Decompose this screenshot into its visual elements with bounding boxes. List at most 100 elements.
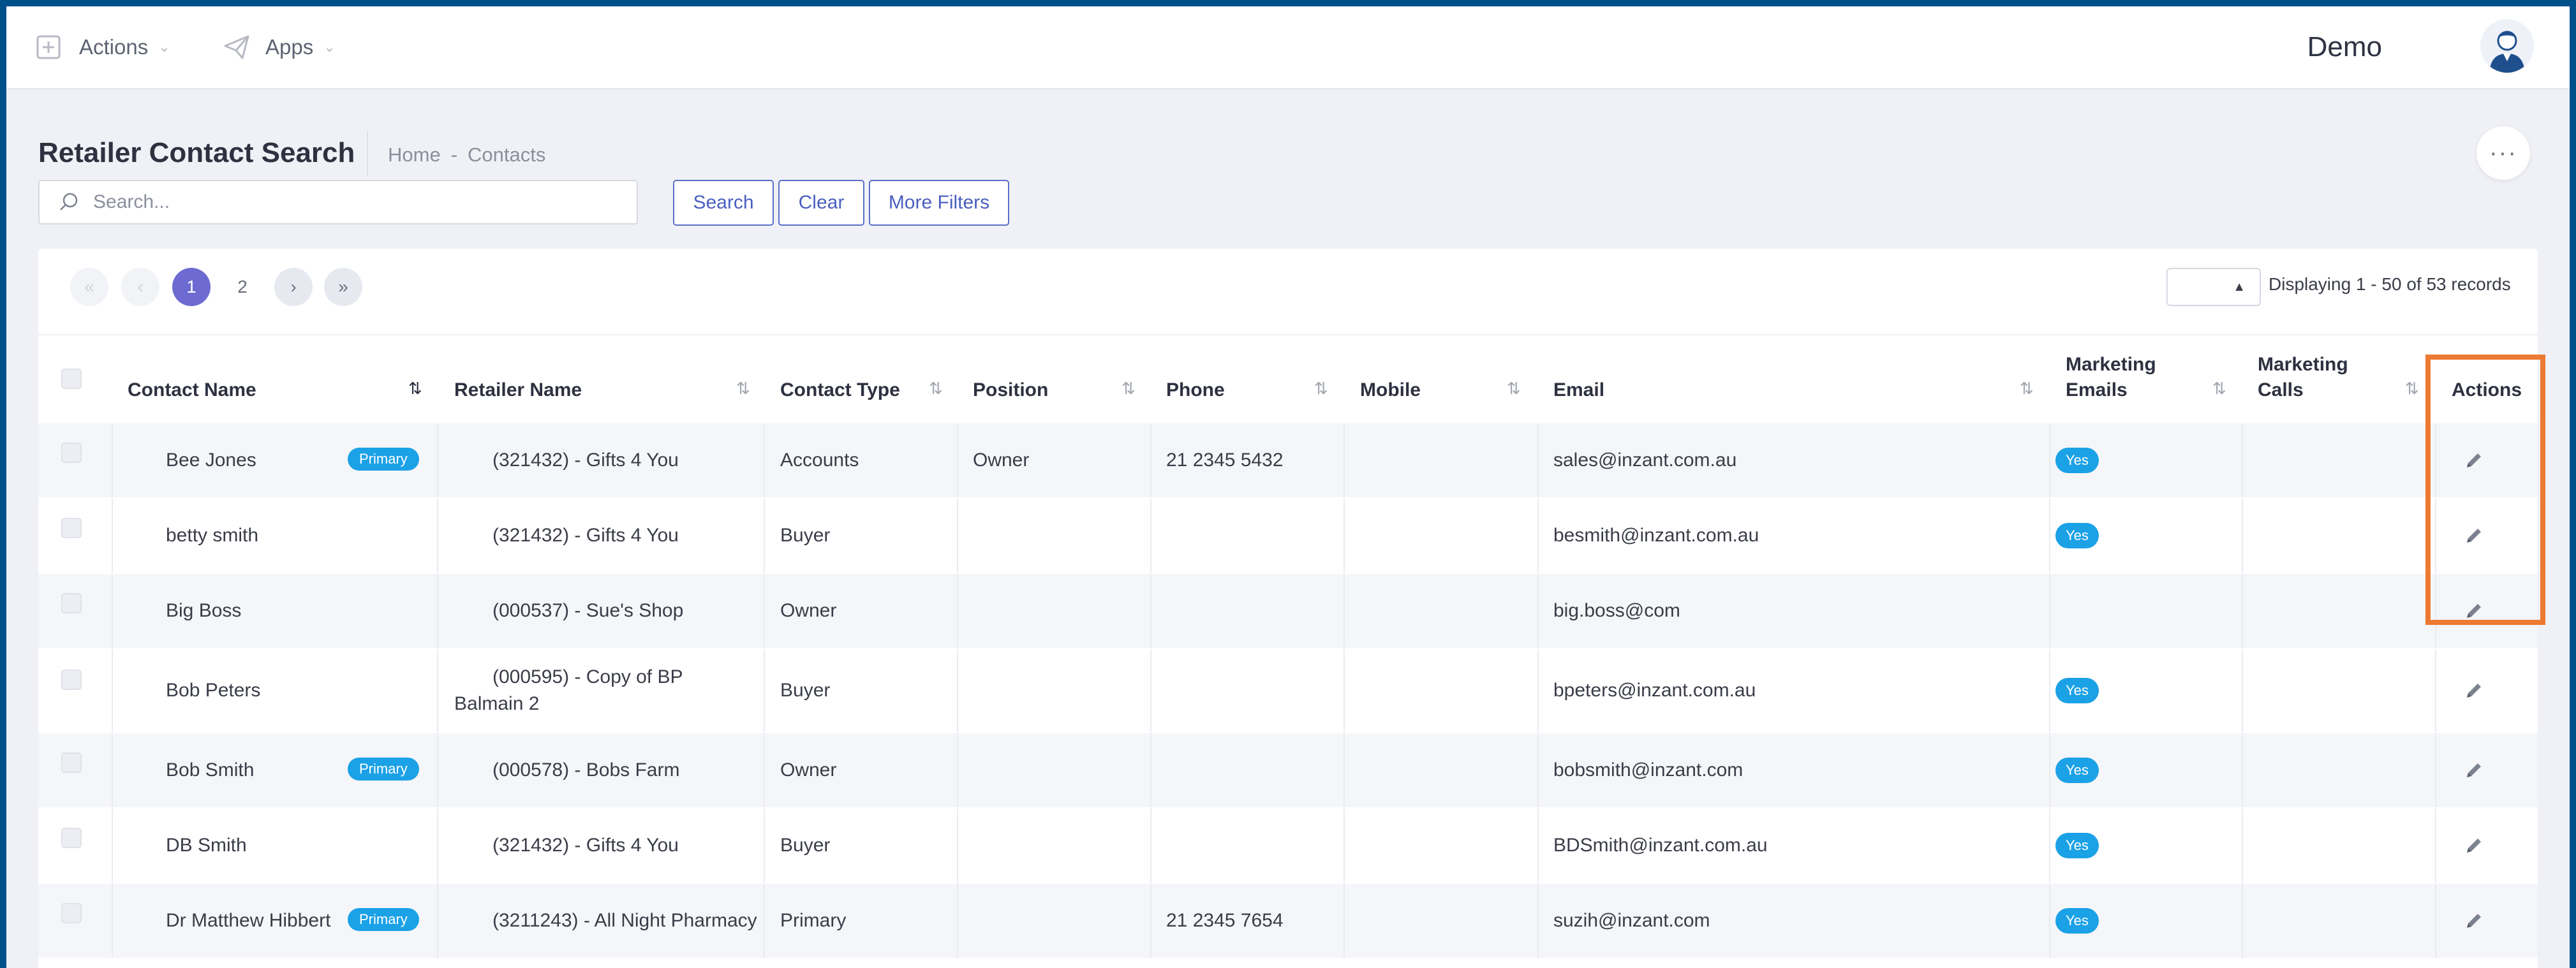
pagination-last-button[interactable]: » (324, 268, 362, 306)
contact-type-cell: Primary (780, 910, 847, 931)
sort-icon[interactable]: ⇅ (929, 379, 943, 399)
pencil-edit-icon[interactable] (2461, 448, 2487, 473)
row-checkbox[interactable] (61, 593, 82, 613)
contact-type-cell: Accounts (780, 450, 859, 471)
app-window: Actions ⌄ Apps ⌄ Demo Retailer Contact S… (6, 6, 2570, 968)
retailer-name-cell: (321432) - Gifts 4 You (492, 835, 679, 856)
search-box (38, 180, 638, 224)
table-row: Dr Matthew Hibbert Primary (3211243) - A… (38, 883, 2538, 958)
table-header-row: Contact Name ⇅ Retailer Name ⇅ Contact T… (38, 335, 2538, 422)
breadcrumb-contacts[interactable]: Contacts (468, 143, 545, 166)
email-cell: suzih@inzant.com (1553, 910, 1710, 931)
header-phone[interactable]: Phone (1166, 335, 1225, 422)
breadcrumb: Home - Contacts (388, 143, 545, 166)
retailer-name-cell: (000537) - Sue's Shop (492, 600, 684, 621)
table-row: Bob Smith Primary (000578) - Bobs Farm O… (38, 732, 2538, 807)
pencil-edit-icon[interactable] (2461, 758, 2487, 783)
header-marketing-calls-line1: Marketing (2258, 354, 2348, 375)
contact-name-cell[interactable]: Bob Peters (166, 649, 260, 732)
row-checkbox[interactable] (61, 828, 82, 848)
contact-name-cell[interactable]: Bob Smith (166, 733, 254, 807)
contact-name-cell[interactable]: Bee Jones (166, 423, 256, 497)
header-mobile[interactable]: Mobile (1360, 335, 1421, 422)
header-contact-name[interactable]: Contact Name (128, 335, 256, 422)
plus-square-icon (36, 34, 61, 60)
row-checkbox[interactable] (61, 752, 82, 773)
contacts-table: Contact Name ⇅ Retailer Name ⇅ Contact T… (38, 335, 2538, 968)
pagination-prev-icon: ‹ (137, 277, 144, 297)
page-title: Retailer Contact Search (38, 137, 355, 168)
pagination-prev-button[interactable]: ‹ (121, 268, 159, 306)
row-checkbox[interactable] (61, 518, 82, 538)
marketing-emails-yes-badge: Yes (2055, 678, 2099, 703)
pagination-page-2[interactable]: 2 (223, 268, 262, 306)
primary-badge: Primary (348, 448, 419, 471)
header-contact-type[interactable]: Contact Type (780, 335, 900, 422)
header-marketing-emails[interactable]: Marketing Emails (2066, 335, 2156, 422)
header-marketing-calls-line2: Calls (2258, 379, 2304, 400)
pencil-edit-icon[interactable] (2461, 678, 2487, 703)
marketing-emails-yes-badge: Yes (2055, 758, 2099, 783)
contact-name-cell[interactable]: betty smith (166, 499, 258, 573)
header-marketing-calls[interactable]: Marketing Calls (2258, 335, 2348, 422)
row-checkbox[interactable] (61, 903, 82, 923)
sort-icon[interactable]: ⇅ (1507, 379, 1521, 399)
more-options-button[interactable]: ··· (2476, 126, 2530, 180)
retailer-name-line1: (000595) - Copy of BP (492, 666, 683, 687)
primary-badge: Primary (348, 758, 419, 781)
pencil-edit-icon[interactable] (2461, 598, 2487, 624)
pagination-last-icon: » (338, 277, 348, 297)
page-size-select[interactable]: ▲ (2166, 268, 2261, 306)
sort-icon[interactable]: ⇅ (1121, 379, 1136, 399)
breadcrumb-separator: - (450, 143, 458, 166)
phone-cell: 21 2345 5432 (1166, 450, 1284, 471)
sort-icon[interactable]: ⇅ (2212, 379, 2226, 399)
table-row: DB Smith (321432) - Gifts 4 You Buyer BD… (38, 807, 2538, 883)
apps-menu[interactable]: Apps ⌄ (223, 6, 336, 88)
contact-name-cell[interactable]: Big Boss (166, 574, 241, 648)
header-retailer-name[interactable]: Retailer Name (454, 335, 582, 422)
clear-button[interactable]: Clear (778, 180, 864, 226)
pencil-edit-icon[interactable] (2461, 833, 2487, 858)
contact-name-cell[interactable]: Dr Matthew Hibbert (166, 884, 330, 958)
contact-name-cell[interactable]: DB Smith (166, 809, 247, 883)
sort-icon[interactable]: ⇅ (736, 379, 750, 399)
search-button[interactable]: Search (673, 180, 774, 226)
retailer-name-cell: (000578) - Bobs Farm (492, 759, 680, 781)
user-name[interactable]: Demo (2307, 6, 2382, 88)
select-all-checkbox[interactable] (61, 369, 82, 389)
search-icon (59, 192, 79, 212)
header-position[interactable]: Position (973, 335, 1048, 422)
sort-icon[interactable]: ⇅ (2405, 379, 2419, 399)
more-filters-button[interactable]: More Filters (869, 180, 1009, 226)
sort-icon[interactable]: ⇅ (1314, 379, 1328, 399)
results-card: « ‹ 1 2 › » ▲ Displaying 1 - 50 of 53 re… (38, 249, 2538, 968)
table-row (38, 958, 2538, 968)
sort-icon[interactable]: ⇅ (2020, 379, 2034, 399)
pagination-first-icon: « (84, 277, 94, 297)
pagination-next-button[interactable]: › (274, 268, 313, 306)
search-input[interactable] (92, 191, 618, 214)
breadcrumb-home[interactable]: Home (388, 143, 441, 166)
row-checkbox[interactable] (61, 443, 82, 463)
chevron-down-icon: ⌄ (158, 39, 170, 55)
pencil-edit-icon[interactable] (2461, 908, 2487, 934)
pagination-first-button[interactable]: « (70, 268, 108, 306)
header-email[interactable]: Email (1553, 335, 1604, 422)
contact-type-cell: Owner (780, 759, 837, 781)
email-cell: sales@inzant.com.au (1553, 450, 1737, 471)
pagination-page-1[interactable]: 1 (172, 268, 211, 306)
user-avatar-icon[interactable] (2480, 19, 2534, 73)
actions-menu[interactable]: Actions ⌄ (36, 6, 170, 88)
email-cell: besmith@inzant.com.au (1553, 525, 1759, 546)
marketing-emails-yes-badge: Yes (2055, 908, 2099, 934)
phone-cell: 21 2345 7654 (1166, 910, 1284, 931)
sort-icon[interactable]: ⇅ (408, 379, 422, 399)
marketing-emails-yes-badge: Yes (2055, 523, 2099, 548)
marketing-emails-yes-badge: Yes (2055, 833, 2099, 858)
pencil-edit-icon[interactable] (2461, 523, 2487, 548)
contact-type-cell: Buyer (780, 525, 831, 546)
position-cell: Owner (973, 450, 1030, 471)
retailer-name-line2: Balmain 2 (454, 693, 540, 714)
row-checkbox[interactable] (61, 670, 82, 690)
